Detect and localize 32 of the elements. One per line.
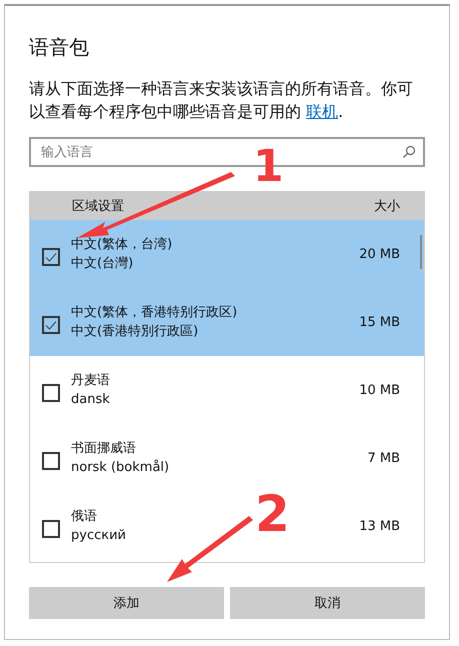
- language-name: 中文(繁体，香港特别行政区): [71, 304, 238, 322]
- checkbox[interactable]: [42, 384, 60, 402]
- language-name: 俄语: [71, 508, 97, 526]
- size-text: 10 MB: [359, 382, 400, 398]
- online-link[interactable]: 联机: [306, 102, 338, 121]
- checkbox[interactable]: [42, 248, 60, 266]
- language-name: 丹麦语: [71, 372, 110, 390]
- cancel-button[interactable]: 取消: [230, 587, 425, 619]
- language-name: 书面挪威语: [71, 440, 136, 458]
- checkbox[interactable]: [42, 316, 60, 334]
- language-native-name: 中文(香港特別行政區): [71, 323, 198, 341]
- size-text: 13 MB: [359, 518, 400, 534]
- size-text: 15 MB: [359, 314, 400, 330]
- column-header: 大小: [374, 198, 400, 214]
- scrollbar-thumb[interactable]: [420, 235, 422, 269]
- search-icon: [402, 145, 416, 159]
- selected-row[interactable]: 中文(繁体，台湾) 中文(台灣) 20 MB: [30, 220, 424, 288]
- language-native-name: dansk: [71, 391, 110, 409]
- language-native-name: norsk (bokmål): [71, 458, 170, 477]
- dialog-title: 语音包: [29, 34, 90, 61]
- checkbox[interactable]: [42, 520, 60, 538]
- selected-row[interactable]: 中文(繁体，香港特别行政区) 中文(香港特別行政區) 15 MB: [30, 288, 424, 356]
- language-name: 中文(繁体，台湾): [71, 236, 172, 254]
- description-text: 请从下面选择一种语言来安装该语言的所有语音。你可以查看每个程序包中哪些语音是可用的 联机.: [29, 78, 414, 123]
- annotation-number: 2: [255, 486, 290, 542]
- add-button[interactable]: 添加: [29, 587, 224, 619]
- language-native-name: 中文(台灣): [71, 255, 134, 273]
- size-text: 7 MB: [367, 450, 400, 466]
- checkbox[interactable]: [42, 452, 60, 470]
- size-text: 20 MB: [359, 246, 400, 262]
- column-header: 区域设置: [72, 198, 124, 214]
- language-native-name: русский: [71, 527, 126, 545]
